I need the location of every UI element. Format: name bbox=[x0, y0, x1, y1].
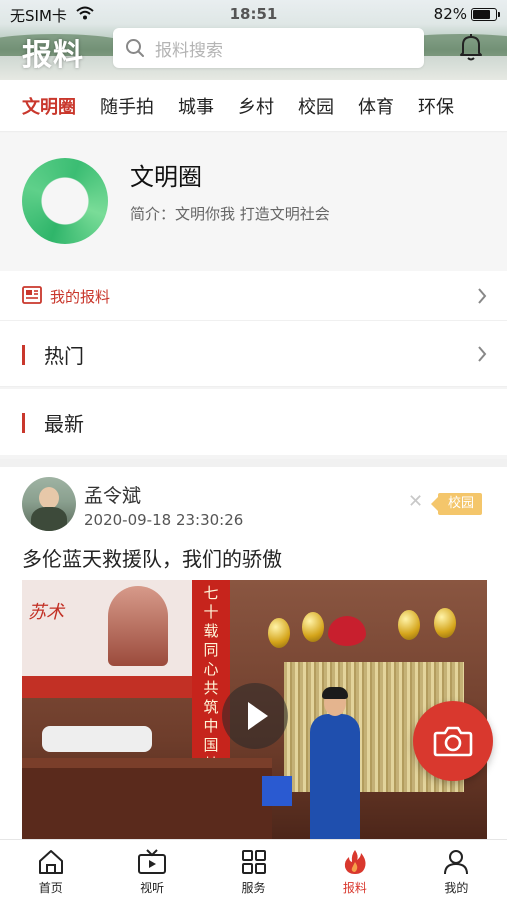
status-bar: 无SIM卡 18:51 82% bbox=[0, 0, 507, 28]
hot-section-label: 热门 bbox=[44, 344, 84, 368]
chevron-right-icon bbox=[478, 288, 487, 304]
avatar-body bbox=[31, 507, 67, 531]
balloon bbox=[434, 608, 456, 638]
post-time: 2020-09-18 23:30:26 bbox=[84, 511, 244, 529]
video-banner-text: 七十载同心共筑中国梦 bbox=[203, 584, 219, 773]
balloon bbox=[268, 618, 290, 648]
search-input[interactable]: 报料搜索 bbox=[113, 28, 424, 68]
section-marker bbox=[22, 413, 25, 433]
video-thumbnail[interactable]: 苏术 七十载同心共筑中国梦 bbox=[22, 580, 487, 847]
section-marker bbox=[22, 345, 25, 365]
tab-xiaoyuan[interactable]: 校园 bbox=[286, 93, 346, 119]
avatar-head bbox=[39, 487, 59, 509]
nav-home[interactable]: 首页 bbox=[0, 840, 101, 900]
battery-icon bbox=[471, 8, 500, 21]
nav-report-label: 报料 bbox=[342, 881, 367, 895]
nav-report[interactable]: 报料 bbox=[304, 840, 405, 900]
battery-percent: 82% bbox=[433, 5, 467, 23]
nav-media[interactable]: 视听 bbox=[101, 840, 202, 900]
tab-tiyu[interactable]: 体育 bbox=[346, 93, 406, 119]
nav-profile-label: 我的 bbox=[444, 881, 469, 895]
video-table bbox=[42, 726, 152, 752]
screen: 无SIM卡 18:51 82% 报料 报料搜索 文明圈 随手拍 城事 乡村 校园… bbox=[0, 0, 507, 900]
camera-icon bbox=[433, 726, 473, 757]
circle-name: 文明圈 bbox=[130, 163, 202, 191]
post-card[interactable]: 孟令斌 2020-09-18 23:30:26 ✕ 校园 多伦蓝天救援队，我们的… bbox=[0, 459, 507, 847]
my-report-row[interactable]: 我的报料 bbox=[0, 271, 507, 321]
heart-balloon bbox=[328, 616, 366, 646]
video-stage bbox=[22, 758, 272, 847]
video-screen-text: 苏术 bbox=[28, 602, 64, 623]
avatar[interactable] bbox=[22, 477, 76, 531]
video-boxes bbox=[262, 776, 292, 806]
flame-icon bbox=[344, 850, 366, 874]
post-title[interactable]: 多伦蓝天救援队，我们的骄傲 bbox=[22, 543, 282, 572]
close-icon[interactable]: ✕ bbox=[408, 493, 423, 511]
balloon bbox=[302, 612, 324, 642]
camera-button[interactable] bbox=[413, 701, 493, 781]
tv-icon bbox=[138, 849, 167, 874]
nav-services-label: 服务 bbox=[241, 881, 266, 895]
nav-home-label: 首页 bbox=[38, 881, 63, 895]
circle-description: 简介：文明你我 打造文明社会 bbox=[130, 205, 330, 223]
nav-services[interactable]: 服务 bbox=[203, 840, 304, 900]
chevron-right-icon bbox=[478, 346, 487, 362]
video-balloons bbox=[268, 608, 468, 648]
category-tag: 校园 bbox=[430, 493, 483, 515]
search-icon bbox=[126, 39, 144, 57]
video-screen-stripe bbox=[22, 676, 194, 698]
home-icon bbox=[38, 850, 63, 874]
nav-media-label: 视听 bbox=[140, 881, 165, 895]
latest-section-label: 最新 bbox=[44, 412, 84, 436]
post-author[interactable]: 孟令斌 bbox=[84, 481, 141, 508]
video-screen-figure bbox=[108, 586, 168, 666]
video-person-suit bbox=[310, 714, 360, 847]
balloon bbox=[398, 610, 420, 640]
play-icon[interactable] bbox=[222, 683, 288, 749]
hot-section-row[interactable]: 热门 bbox=[0, 321, 507, 387]
tab-chengshi[interactable]: 城事 bbox=[166, 93, 226, 119]
my-report-label: 我的报料 bbox=[50, 288, 111, 306]
clock: 18:51 bbox=[229, 5, 278, 23]
tab-huanbao[interactable]: 环保 bbox=[406, 93, 466, 119]
tab-suishoupai[interactable]: 随手拍 bbox=[88, 93, 166, 119]
tab-wenmingquan[interactable]: 文明圈 bbox=[0, 93, 88, 119]
video-projection-screen: 苏术 bbox=[22, 580, 194, 698]
video-banner: 七十载同心共筑中国梦 bbox=[192, 580, 230, 780]
nav-profile[interactable]: 我的 bbox=[406, 840, 507, 900]
page-title: 报料 bbox=[22, 38, 84, 73]
user-icon bbox=[444, 850, 469, 875]
latest-section-header: 最新 bbox=[0, 389, 507, 455]
video-stage-edge bbox=[22, 758, 272, 768]
header-background: 无SIM卡 18:51 82% 报料 报料搜索 bbox=[0, 0, 507, 80]
bell-icon[interactable] bbox=[458, 33, 484, 61]
battery-fill bbox=[473, 10, 490, 19]
newspaper-icon bbox=[22, 286, 42, 304]
video-person-hair bbox=[322, 687, 348, 699]
video-person bbox=[310, 687, 360, 847]
category-tabs: 文明圈 随手拍 城事 乡村 校园 体育 环保 bbox=[0, 80, 507, 132]
tab-xiangcun[interactable]: 乡村 bbox=[226, 93, 286, 119]
grid-icon bbox=[241, 850, 266, 874]
search-placeholder: 报料搜索 bbox=[155, 40, 223, 61]
bottom-nav: 首页 视听 服务 报料 我的 bbox=[0, 839, 507, 900]
circle-info: 文明圈 简介：文明你我 打造文明社会 bbox=[0, 133, 507, 271]
circle-logo bbox=[22, 158, 108, 244]
